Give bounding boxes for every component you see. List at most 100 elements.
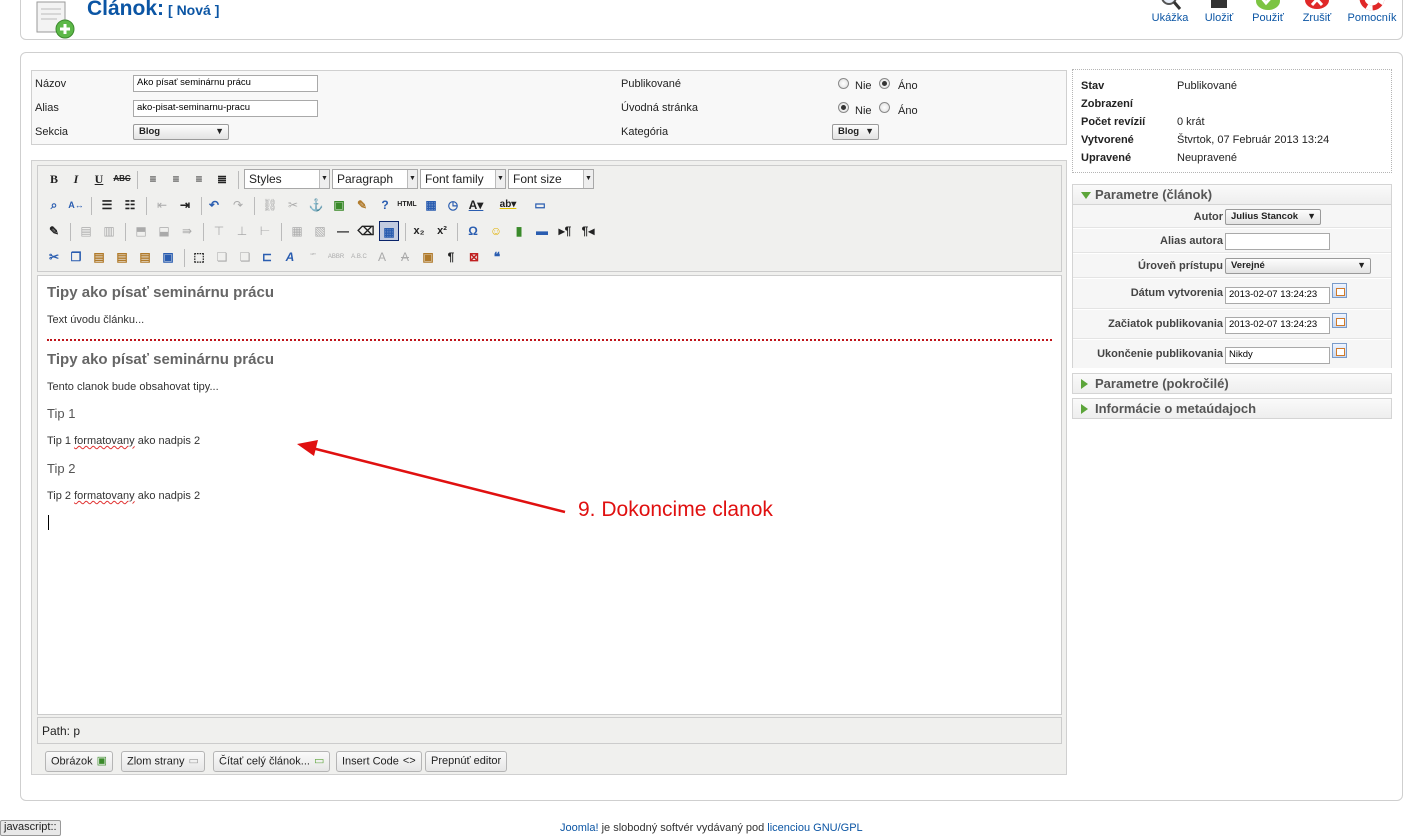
fullscreen-icon[interactable]: ▭	[530, 195, 550, 215]
page-break-icon[interactable]: ⊠	[464, 247, 484, 267]
publish-up-input[interactable]: 2013-02-07 13:24:23	[1225, 317, 1330, 334]
bold-icon[interactable]: B	[44, 169, 64, 189]
superscript-icon[interactable]: x²	[432, 221, 452, 241]
insert-code-button[interactable]: Insert Code <>	[336, 751, 422, 772]
highlight-color-icon[interactable]: ab▾	[498, 195, 518, 215]
abbr-tag-icon[interactable]: ABBR	[326, 247, 346, 267]
ltr-icon[interactable]: ▸¶	[555, 221, 575, 241]
params-advanced-pane-header[interactable]: Parametre (pokročilé)	[1072, 373, 1392, 394]
strikethrough-icon[interactable]: ABC	[112, 169, 132, 189]
horizontal-rule-icon[interactable]: —	[333, 221, 353, 241]
edit-css-icon[interactable]: ✎	[44, 221, 64, 241]
cut-icon[interactable]: ✂	[44, 247, 64, 267]
paste-word-icon[interactable]: ▤	[135, 247, 155, 267]
rtl-icon[interactable]: ¶◂	[578, 221, 598, 241]
undo-icon[interactable]: ↶	[204, 195, 224, 215]
align-right-icon[interactable]: ≡	[189, 169, 209, 189]
calendar-icon[interactable]	[1332, 343, 1347, 358]
joomla-link[interactable]: Joomla!	[560, 822, 599, 834]
cleanup-icon[interactable]: ✎	[352, 195, 372, 215]
show-blocks-icon[interactable]: ¶	[441, 247, 461, 267]
image-icon[interactable]: ▣	[329, 195, 349, 215]
access-select[interactable]: Verejné ▼	[1225, 258, 1371, 274]
align-left-icon[interactable]: ≡	[143, 169, 163, 189]
remove-format-icon[interactable]: ⌫	[356, 221, 376, 241]
created-date-input[interactable]: 2013-02-07 13:24:23	[1225, 287, 1330, 304]
cite-icon[interactable]: ⊥	[232, 221, 252, 241]
blockquote-icon[interactable]: ❝	[487, 247, 507, 267]
align-justify-icon[interactable]: ≣	[212, 169, 232, 189]
copy-icon[interactable]: ❐	[66, 247, 86, 267]
preview-button[interactable]: Ukážka	[1143, 0, 1197, 24]
acronym-tag-icon[interactable]: A.B.C	[349, 247, 369, 267]
published-yes-radio[interactable]	[879, 78, 890, 89]
forward-layer-icon[interactable]: ❏	[212, 247, 232, 267]
html-source-icon[interactable]: HTML	[397, 195, 417, 215]
align-center-icon[interactable]: ≡	[166, 169, 186, 189]
special-char-icon[interactable]: Ω	[463, 221, 483, 241]
ins-icon[interactable]: A	[395, 247, 415, 267]
read-more-button[interactable]: Čítať celý článok... ▭	[213, 751, 331, 772]
move-forward-icon[interactable]: ⬒	[131, 221, 151, 241]
redo-icon[interactable]: ↷	[228, 195, 248, 215]
font-size-select[interactable]: Font size ▼	[508, 169, 594, 189]
cite-tag-icon[interactable]: “”	[303, 247, 323, 267]
insert-layer-box-icon[interactable]: ⬚	[189, 247, 209, 267]
cancel-button[interactable]: Zrušiť	[1290, 0, 1344, 24]
paragraph-select[interactable]: Paragraph ▼	[332, 169, 418, 189]
styles-select[interactable]: Styles ▼	[244, 169, 330, 189]
insert-date-icon[interactable]: ▦	[421, 195, 441, 215]
alias-author-input[interactable]	[1225, 233, 1330, 250]
layer-props-icon[interactable]: ▥	[99, 221, 119, 241]
media-icon[interactable]: ▮	[509, 221, 529, 241]
metadata-pane-header[interactable]: Informácie o metaúdajoch	[1072, 398, 1392, 419]
text-color-icon[interactable]: A▾	[466, 195, 486, 215]
find-icon[interactable]: ⌕	[44, 195, 64, 215]
insert-image-button[interactable]: Obrázok ▣	[45, 751, 113, 772]
params-article-pane-header[interactable]: Parametre (článok)	[1072, 184, 1392, 205]
attributes-icon[interactable]: ▣	[418, 247, 438, 267]
toggle-absolute-icon[interactable]: ⊏	[257, 247, 277, 267]
select-all-icon[interactable]: ▣	[158, 247, 178, 267]
emoticon-icon[interactable]: ☺	[486, 221, 506, 241]
calendar-icon[interactable]	[1332, 283, 1347, 298]
indent-icon[interactable]: ⇥	[175, 195, 195, 215]
style-icon[interactable]: A	[280, 247, 300, 267]
publish-down-input[interactable]: Nikdy	[1225, 347, 1330, 364]
abbr-icon[interactable]: ⊢	[255, 221, 275, 241]
row-props-icon[interactable]: ▧	[310, 221, 330, 241]
visual-aid-icon[interactable]: ▦	[379, 221, 399, 241]
insert-time-icon[interactable]: ◷	[443, 195, 463, 215]
outdent-icon[interactable]: ⇤	[152, 195, 172, 215]
replace-icon[interactable]: A↔	[66, 195, 86, 215]
name-input[interactable]: Ako písať seminárnu prácu	[133, 75, 318, 92]
link-icon[interactable]: ⛓	[260, 195, 280, 215]
numbered-list-icon[interactable]: ☷	[120, 195, 140, 215]
toggle-editor-button[interactable]: Prepnúť editor	[425, 751, 508, 772]
frontpage-no-radio[interactable]	[838, 102, 849, 113]
help-button[interactable]: Pomocník	[1339, 0, 1405, 24]
move-backward-icon[interactable]: ⬓	[154, 221, 174, 241]
nonbreaking-icon[interactable]: ▬	[532, 221, 552, 241]
frontpage-yes-radio[interactable]	[879, 102, 890, 113]
save-button[interactable]: Uložiť	[1192, 0, 1246, 24]
table-icon[interactable]: ▦	[287, 221, 307, 241]
italic-icon[interactable]: I	[66, 169, 86, 189]
category-select[interactable]: Blog ▼	[832, 124, 879, 140]
underline-icon[interactable]: U	[89, 169, 109, 189]
anchor-icon[interactable]: ⚓	[306, 195, 326, 215]
bullet-list-icon[interactable]: ☰	[97, 195, 117, 215]
editor-content[interactable]: Tipy ako písať seminárnu prácu Text úvod…	[37, 275, 1062, 715]
published-no-radio[interactable]	[838, 78, 849, 89]
paste-text-icon[interactable]: ▤	[112, 247, 132, 267]
section-select[interactable]: Blog ▼	[133, 124, 229, 140]
page-break-button[interactable]: Zlom strany ▭	[121, 751, 205, 772]
del-icon[interactable]: A	[372, 247, 392, 267]
font-family-select[interactable]: Font family ▼	[420, 169, 506, 189]
backward-layer-icon[interactable]: ❏	[235, 247, 255, 267]
alias-input[interactable]: ako-pisat-seminarnu-pracu	[133, 100, 318, 117]
apply-button[interactable]: Použiť	[1241, 0, 1295, 24]
style-props-icon[interactable]: ⊤	[209, 221, 229, 241]
help-icon[interactable]: ?	[375, 195, 395, 215]
subscript-icon[interactable]: x₂	[409, 221, 429, 241]
